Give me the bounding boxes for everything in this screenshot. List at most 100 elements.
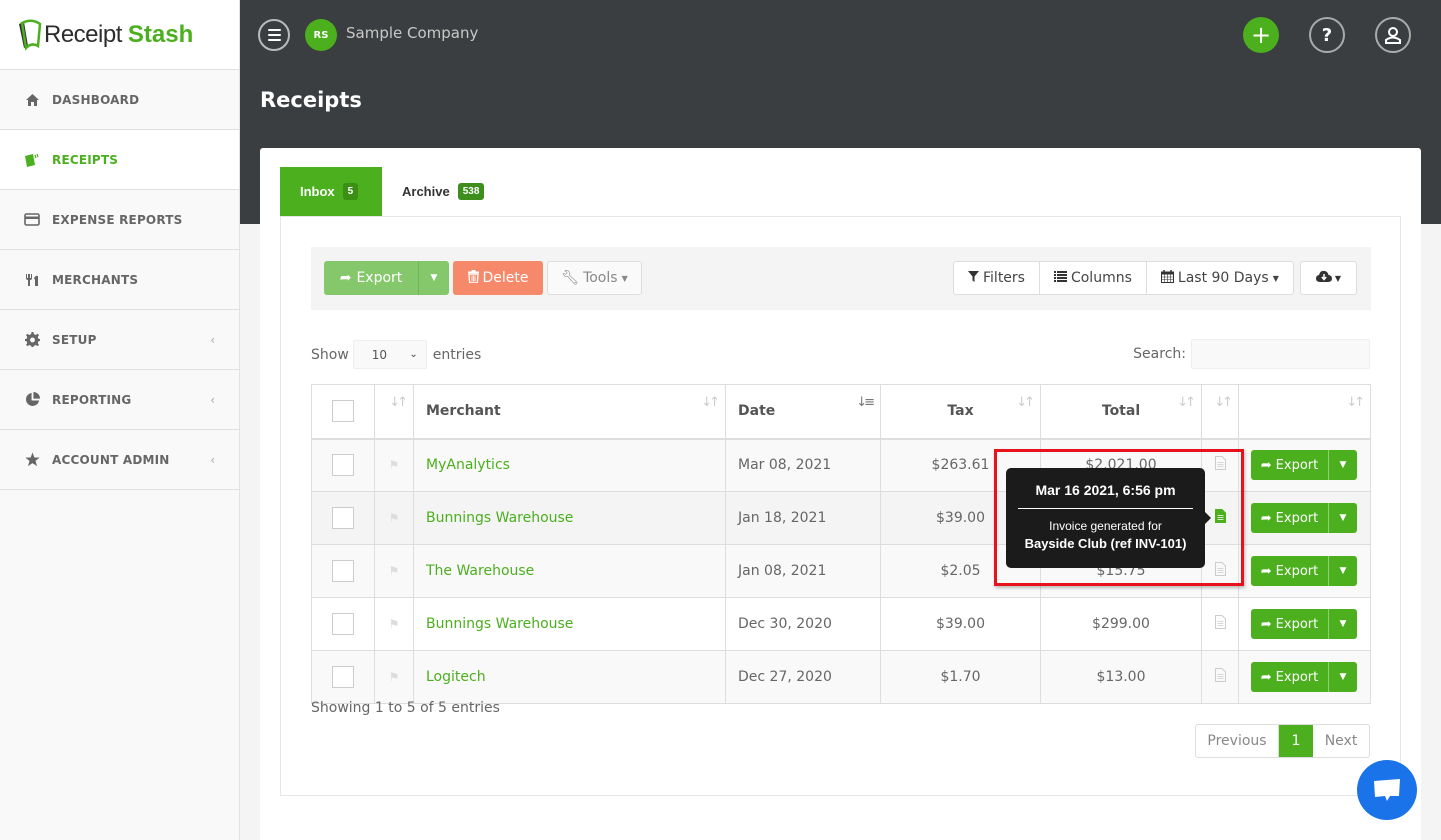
tools-dropdown[interactable]: 🔧︎ Tools ▼ xyxy=(547,261,642,295)
row-export-button[interactable]: ➦ Export xyxy=(1251,662,1328,692)
actions-column-header[interactable]: ↓↑ xyxy=(1238,384,1371,440)
page-title: Receipts xyxy=(260,88,362,112)
company-name[interactable]: Sample Company xyxy=(346,24,478,42)
chat-bubble-icon xyxy=(1374,779,1400,801)
row-export-button[interactable]: ➦ Export xyxy=(1251,450,1328,481)
merchant-link[interactable]: MyAnalytics xyxy=(414,457,510,473)
document-icon[interactable] xyxy=(1214,456,1226,471)
document-icon[interactable] xyxy=(1214,509,1226,523)
merchant-link[interactable]: Bunnings Warehouse xyxy=(414,616,573,632)
row-checkbox[interactable] xyxy=(332,560,354,582)
row-export-button[interactable]: ➦ Export xyxy=(1251,609,1328,639)
sort-icon: ↓↑ xyxy=(1214,395,1233,410)
export-button[interactable]: ➦ Export xyxy=(324,261,418,295)
download-dropdown[interactable]: ▼ xyxy=(1300,261,1357,295)
row-export-dropdown-toggle[interactable]: ▼ xyxy=(1328,609,1357,639)
row-export-group: ➦ Export ▼ xyxy=(1251,556,1357,586)
flag-icon[interactable]: ⚑ xyxy=(389,511,400,525)
row-export-button[interactable]: ➦ Export xyxy=(1251,503,1328,533)
row-checkbox[interactable] xyxy=(332,613,354,635)
flag-icon[interactable]: ⚑ xyxy=(389,617,400,631)
receipt-tabs: Inbox 5 Archive 538 xyxy=(280,167,504,216)
sidebar-item-account-admin[interactable]: ACCOUNT ADMIN ‹ xyxy=(0,430,239,490)
tab-label: Inbox xyxy=(300,184,335,199)
document-icon[interactable] xyxy=(1214,668,1226,682)
merchant-link[interactable]: Logitech xyxy=(414,669,486,685)
total-cell: $299.00 xyxy=(1040,597,1202,651)
row-checkbox[interactable] xyxy=(332,454,354,477)
total-column-header[interactable]: Total ↓↑ xyxy=(1040,384,1202,440)
tab-content: ➦ Export ▼ Delete 🔧︎ Tools ▼ Filters Col… xyxy=(280,216,1401,796)
hamburger-line xyxy=(267,34,281,36)
export-dropdown-toggle[interactable]: ▼ xyxy=(418,261,449,295)
caret-down-icon: ▼ xyxy=(430,273,438,283)
columns-button[interactable]: Columns xyxy=(1040,262,1147,294)
row-export-dropdown-toggle[interactable]: ▼ xyxy=(1328,503,1357,533)
select-all-checkbox[interactable] xyxy=(332,400,354,423)
toolbar: ➦ Export ▼ Delete 🔧︎ Tools ▼ Filters Col… xyxy=(311,247,1371,310)
sidebar-item-receipts[interactable]: RECEIPTS xyxy=(0,130,239,190)
sidebar-item-setup[interactable]: SETUP ‹ xyxy=(0,310,239,370)
merchant-link[interactable]: The Warehouse xyxy=(414,563,534,579)
user-profile-button[interactable] xyxy=(1375,17,1411,53)
receipts-table: ↓↑ Merchant ↓↑ Date ↓≡ Tax ↓↑ Total ↓↑ ↓↑ ↓↑… xyxy=(311,384,1371,704)
entries-label: entries xyxy=(432,346,482,363)
add-button[interactable]: + xyxy=(1243,17,1279,53)
document-icon[interactable] xyxy=(1214,562,1226,576)
invoice-cell xyxy=(1201,438,1239,492)
search-input[interactable] xyxy=(1191,339,1370,369)
tooltip-divider xyxy=(1018,508,1193,509)
actions-cell: ➦ Export ▼ xyxy=(1238,544,1371,598)
row-export-button[interactable]: ➦ Export xyxy=(1251,556,1328,586)
export-label: Export xyxy=(356,270,403,286)
home-icon xyxy=(24,92,40,108)
chat-widget-button[interactable] xyxy=(1357,760,1417,820)
page-1-button[interactable]: 1 xyxy=(1279,725,1313,757)
merchant-link[interactable]: Bunnings Warehouse xyxy=(414,510,573,526)
company-avatar[interactable]: RS xyxy=(305,19,337,51)
tab-inbox[interactable]: Inbox 5 xyxy=(280,167,382,216)
row-export-group: ➦ Export ▼ xyxy=(1251,450,1357,481)
invoice-cell xyxy=(1201,544,1239,598)
flag-icon[interactable]: ⚑ xyxy=(389,670,400,684)
chevron-left-icon: ‹ xyxy=(210,452,215,467)
sidebar-item-reporting[interactable]: REPORTING ‹ xyxy=(0,370,239,430)
sidebar-item-expense-reports[interactable]: EXPENSE REPORTS xyxy=(0,190,239,250)
invoice-column-header[interactable]: ↓↑ xyxy=(1201,384,1239,440)
tab-archive[interactable]: Archive 538 xyxy=(382,167,504,216)
menu-toggle-button[interactable] xyxy=(258,19,290,51)
row-export-dropdown-toggle[interactable]: ▼ xyxy=(1328,556,1357,586)
merchant-cell: Bunnings Warehouse xyxy=(413,597,726,651)
sidebar-item-dashboard[interactable]: DASHBOARD xyxy=(0,70,239,130)
tax-column-header[interactable]: Tax ↓↑ xyxy=(880,384,1041,440)
row-export-dropdown-toggle[interactable]: ▼ xyxy=(1328,662,1357,692)
filters-button[interactable]: Filters xyxy=(954,262,1040,294)
merchant-column-header[interactable]: Merchant ↓↑ xyxy=(413,384,726,440)
table-header-row: ↓↑ Merchant ↓↑ Date ↓≡ Tax ↓↑ Total ↓↑ ↓↑ ↓↑ xyxy=(311,384,1371,440)
flag-column-header[interactable]: ↓↑ xyxy=(374,384,414,440)
date-range-dropdown[interactable]: Last 90 Days ▼ xyxy=(1147,262,1293,294)
row-checkbox[interactable] xyxy=(332,666,354,688)
tab-label: Archive xyxy=(402,184,450,199)
row-export-dropdown-toggle[interactable]: ▼ xyxy=(1328,450,1357,481)
receipts-panel: Inbox 5 Archive 538 ➦ Export ▼ Delete 🔧︎… xyxy=(260,148,1421,840)
app-logo[interactable]: Receipt Stash xyxy=(0,0,239,70)
sort-icon: ↓↑ xyxy=(1016,395,1035,410)
caret-down-icon: ▼ xyxy=(1272,273,1279,283)
next-page-button[interactable]: Next xyxy=(1313,725,1369,757)
page-size-select[interactable]: 10 ⌄ xyxy=(352,340,427,369)
flag-icon[interactable]: ⚑ xyxy=(389,564,400,578)
table-row: ⚑ Bunnings Warehouse Jan 18, 2021 $39.00… xyxy=(311,491,1371,545)
sort-icon: ↓↑ xyxy=(701,395,720,410)
date-column-header[interactable]: Date ↓≡ xyxy=(725,384,881,440)
receipt-stash-logo-icon xyxy=(19,19,42,51)
help-button[interactable]: ? xyxy=(1309,17,1345,53)
sidebar-item-merchants[interactable]: MERCHANTS xyxy=(0,250,239,310)
delete-button[interactable]: Delete xyxy=(453,261,543,295)
document-icon[interactable] xyxy=(1214,615,1226,629)
previous-page-button[interactable]: Previous xyxy=(1196,725,1279,757)
date-cell: Dec 27, 2020 xyxy=(725,650,881,704)
row-checkbox[interactable] xyxy=(332,507,354,529)
flag-cell: ⚑ xyxy=(374,544,414,598)
flag-icon[interactable]: ⚑ xyxy=(389,458,400,472)
